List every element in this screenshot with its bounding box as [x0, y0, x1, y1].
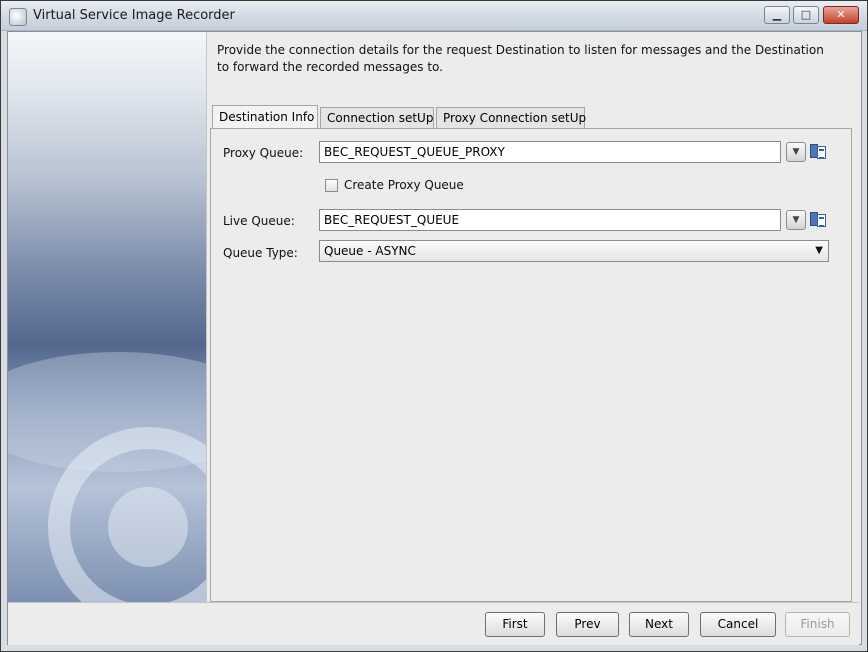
proxy-queue-label: Proxy Queue:	[223, 146, 304, 160]
live-queue-browse-icon[interactable]	[810, 211, 827, 228]
create-proxy-queue-checkbox[interactable]	[325, 179, 338, 192]
dialog-body: Provide the connection details for the r…	[7, 31, 862, 645]
first-button[interactable]: First	[485, 612, 545, 637]
proxy-queue-input[interactable]: BEC_REQUEST_QUEUE_PROXY	[319, 141, 781, 163]
chevron-down-icon: ▼	[792, 215, 800, 225]
proxy-queue-dropdown-button[interactable]: ▼	[786, 142, 806, 162]
title-bar[interactable]: Virtual Service Image Recorder ▁ □ ✕	[1, 1, 867, 31]
proxy-queue-browse-icon[interactable]	[810, 143, 827, 160]
chevron-down-icon: ▼	[792, 147, 800, 157]
cancel-button[interactable]: Cancel	[700, 612, 776, 637]
app-icon	[9, 8, 27, 26]
minimize-button[interactable]: ▁	[764, 6, 790, 24]
tab-proxy-connection-setup[interactable]: Proxy Connection setUp	[436, 107, 586, 128]
create-proxy-queue-label: Create Proxy Queue	[344, 178, 464, 192]
caret-down-icon: ▼	[815, 245, 823, 256]
live-queue-label: Live Queue:	[223, 214, 295, 228]
queue-type-select[interactable]: Queue - ASYNC ▼	[319, 240, 829, 262]
window-title: Virtual Service Image Recorder	[33, 8, 235, 23]
content-pane: Provide the connection details for the r…	[206, 32, 860, 602]
wizard-footer: First Prev Next Cancel Finish	[8, 602, 859, 645]
logo-hub-graphic	[108, 487, 188, 567]
tab-connection-setup[interactable]: Connection setUp	[320, 107, 434, 128]
minimize-icon: ▁	[772, 8, 782, 21]
live-queue-input[interactable]: BEC_REQUEST_QUEUE	[319, 209, 781, 231]
prev-button[interactable]: Prev	[556, 612, 619, 637]
close-icon: ✕	[836, 8, 846, 21]
instruction-text: Provide the connection details for the r…	[217, 43, 824, 74]
live-queue-dropdown-button[interactable]: ▼	[786, 210, 806, 230]
queue-type-value: Queue - ASYNC	[324, 244, 416, 258]
maximize-icon: □	[800, 8, 812, 21]
destination-info-panel: Proxy Queue: BEC_REQUEST_QUEUE_PROXY ▼ C…	[210, 128, 852, 602]
next-button[interactable]: Next	[629, 612, 689, 637]
maximize-button[interactable]: □	[793, 6, 819, 24]
finish-button[interactable]: Finish	[785, 612, 850, 637]
decorative-side-panel	[8, 32, 206, 602]
tab-destination-info[interactable]: Destination Info	[212, 105, 318, 129]
queue-type-label: Queue Type:	[223, 246, 298, 260]
recorder-window: Virtual Service Image Recorder ▁ □ ✕ Pro…	[0, 0, 868, 652]
close-button[interactable]: ✕	[823, 6, 859, 24]
